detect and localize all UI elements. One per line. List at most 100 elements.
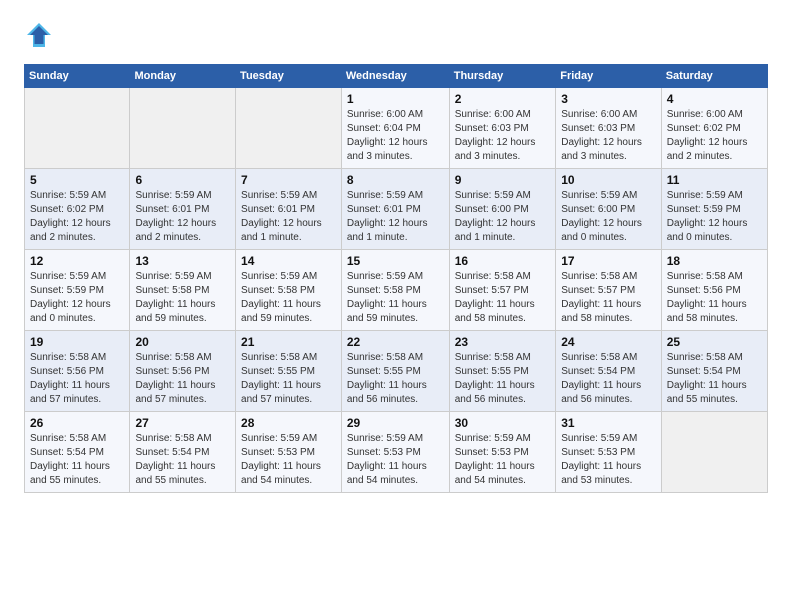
day-number: 6 xyxy=(135,173,230,187)
weekday-header-saturday: Saturday xyxy=(661,65,767,88)
day-number: 28 xyxy=(241,416,336,430)
calendar-week-2: 5 Sunrise: 5:59 AM Sunset: 6:02 PM Daylig… xyxy=(25,169,768,250)
calendar-cell: 17Sunrise: 5:58 AM Sunset: 5:57 PM Dayli… xyxy=(556,250,661,331)
day-info: Sunrise: 5:58 AM Sunset: 5:55 PM Dayligh… xyxy=(347,351,444,407)
calendar-cell: 26 Sunrise: 5:58 AM Sunset: 5:54 PM Dayli… xyxy=(25,412,130,493)
calendar-week-1: 1 Sunrise: 6:00 AM Sunset: 6:04 PM Daylig… xyxy=(25,88,768,169)
calendar-cell: 24 Sunrise: 5:58 AM Sunset: 5:54 PM Dayli… xyxy=(556,331,661,412)
day-number: 18 xyxy=(667,254,762,268)
day-info: Sunrise: 5:58 AM Sunset: 5:54 PM Dayligh… xyxy=(30,432,124,488)
day-number: 12 xyxy=(30,254,124,268)
day-info: Sunrise: 5:58 AM Sunset: 5:57 PM Dayligh… xyxy=(561,270,655,326)
calendar-cell: 4 Sunrise: 6:00 AM Sunset: 6:02 PM Daylig… xyxy=(661,88,767,169)
calendar-week-5: 26 Sunrise: 5:58 AM Sunset: 5:54 PM Dayli… xyxy=(25,412,768,493)
day-number: 20 xyxy=(135,335,230,349)
page-header xyxy=(24,20,768,50)
day-number: 24 xyxy=(561,335,655,349)
day-number: 30 xyxy=(455,416,551,430)
day-number: 13 xyxy=(135,254,230,268)
day-info: Sunrise: 5:58 AM Sunset: 5:57 PM Dayligh… xyxy=(455,270,551,326)
day-number: 14 xyxy=(241,254,336,268)
weekday-header-sunday: Sunday xyxy=(25,65,130,88)
day-number: 19 xyxy=(30,335,124,349)
calendar-week-4: 19 Sunrise: 5:58 AM Sunset: 5:56 PM Dayli… xyxy=(25,331,768,412)
calendar-cell: 13Sunrise: 5:59 AM Sunset: 5:58 PM Dayli… xyxy=(130,250,236,331)
day-number: 4 xyxy=(667,92,762,106)
calendar-week-3: 12 Sunrise: 5:59 AM Sunset: 5:59 PM Dayli… xyxy=(25,250,768,331)
calendar-cell: 23 Sunrise: 5:58 AM Sunset: 5:55 PM Dayli… xyxy=(449,331,556,412)
day-number: 2 xyxy=(455,92,551,106)
weekday-header-wednesday: Wednesday xyxy=(341,65,449,88)
day-number: 1 xyxy=(347,92,444,106)
day-number: 8 xyxy=(347,173,444,187)
day-number: 3 xyxy=(561,92,655,106)
day-info: Sunrise: 5:58 AM Sunset: 5:55 PM Dayligh… xyxy=(455,351,551,407)
day-info: Sunrise: 5:59 AM Sunset: 5:53 PM Dayligh… xyxy=(561,432,655,488)
day-number: 23 xyxy=(455,335,551,349)
day-info: Sunrise: 5:58 AM Sunset: 5:54 PM Dayligh… xyxy=(561,351,655,407)
calendar-table: SundayMondayTuesdayWednesdayThursdayFrid… xyxy=(24,64,768,493)
day-number: 26 xyxy=(30,416,124,430)
calendar-cell xyxy=(130,88,236,169)
weekday-header-friday: Friday xyxy=(556,65,661,88)
calendar-cell xyxy=(661,412,767,493)
day-number: 31 xyxy=(561,416,655,430)
calendar-cell: 12 Sunrise: 5:59 AM Sunset: 5:59 PM Dayli… xyxy=(25,250,130,331)
day-number: 15 xyxy=(347,254,444,268)
calendar-cell: 31 Sunrise: 5:59 AM Sunset: 5:53 PM Dayli… xyxy=(556,412,661,493)
calendar-cell: 10 Sunrise: 5:59 AM Sunset: 6:00 PM Dayli… xyxy=(556,169,661,250)
day-info: Sunrise: 5:59 AM Sunset: 5:53 PM Dayligh… xyxy=(241,432,336,488)
calendar-cell: 19 Sunrise: 5:58 AM Sunset: 5:56 PM Dayli… xyxy=(25,331,130,412)
calendar-cell: 3 Sunrise: 6:00 AM Sunset: 6:03 PM Daylig… xyxy=(556,88,661,169)
calendar-cell xyxy=(25,88,130,169)
day-info: Sunrise: 5:58 AM Sunset: 5:56 PM Dayligh… xyxy=(667,270,762,326)
day-info: Sunrise: 5:59 AM Sunset: 5:53 PM Dayligh… xyxy=(455,432,551,488)
day-number: 21 xyxy=(241,335,336,349)
day-number: 16 xyxy=(455,254,551,268)
day-info: Sunrise: 5:58 AM Sunset: 5:56 PM Dayligh… xyxy=(30,351,124,407)
calendar-cell: 27Sunrise: 5:58 AM Sunset: 5:54 PM Dayli… xyxy=(130,412,236,493)
day-info: Sunrise: 5:59 AM Sunset: 5:58 PM Dayligh… xyxy=(347,270,444,326)
day-info: Sunrise: 5:59 AM Sunset: 5:58 PM Dayligh… xyxy=(241,270,336,326)
day-number: 29 xyxy=(347,416,444,430)
logo xyxy=(24,20,58,50)
calendar-cell: 6 Sunrise: 5:59 AM Sunset: 6:01 PM Daylig… xyxy=(130,169,236,250)
day-info: Sunrise: 6:00 AM Sunset: 6:03 PM Dayligh… xyxy=(561,108,655,164)
day-info: Sunrise: 5:58 AM Sunset: 5:54 PM Dayligh… xyxy=(667,351,762,407)
logo-icon xyxy=(24,20,54,50)
calendar-cell: 16 Sunrise: 5:58 AM Sunset: 5:57 PM Dayli… xyxy=(449,250,556,331)
day-number: 7 xyxy=(241,173,336,187)
day-info: Sunrise: 5:59 AM Sunset: 5:59 PM Dayligh… xyxy=(30,270,124,326)
calendar-cell: 28 Sunrise: 5:59 AM Sunset: 5:53 PM Dayli… xyxy=(236,412,342,493)
day-info: Sunrise: 5:59 AM Sunset: 6:00 PM Dayligh… xyxy=(455,189,551,245)
calendar-cell: 30 Sunrise: 5:59 AM Sunset: 5:53 PM Dayli… xyxy=(449,412,556,493)
day-number: 22 xyxy=(347,335,444,349)
calendar-cell xyxy=(236,88,342,169)
calendar-cell: 22 Sunrise: 5:58 AM Sunset: 5:55 PM Dayli… xyxy=(341,331,449,412)
day-info: Sunrise: 6:00 AM Sunset: 6:02 PM Dayligh… xyxy=(667,108,762,164)
day-number: 9 xyxy=(455,173,551,187)
day-info: Sunrise: 6:00 AM Sunset: 6:03 PM Dayligh… xyxy=(455,108,551,164)
calendar-cell: 14 Sunrise: 5:59 AM Sunset: 5:58 PM Dayli… xyxy=(236,250,342,331)
calendar-cell: 5 Sunrise: 5:59 AM Sunset: 6:02 PM Daylig… xyxy=(25,169,130,250)
weekday-header-monday: Monday xyxy=(130,65,236,88)
day-info: Sunrise: 6:00 AM Sunset: 6:04 PM Dayligh… xyxy=(347,108,444,164)
calendar-cell: 20 Sunrise: 5:58 AM Sunset: 5:56 PM Dayli… xyxy=(130,331,236,412)
day-number: 10 xyxy=(561,173,655,187)
calendar-cell: 21Sunrise: 5:58 AM Sunset: 5:55 PM Dayli… xyxy=(236,331,342,412)
day-info: Sunrise: 5:59 AM Sunset: 6:02 PM Dayligh… xyxy=(30,189,124,245)
calendar-cell: 9 Sunrise: 5:59 AM Sunset: 6:00 PM Daylig… xyxy=(449,169,556,250)
day-info: Sunrise: 5:59 AM Sunset: 6:01 PM Dayligh… xyxy=(135,189,230,245)
day-info: Sunrise: 5:59 AM Sunset: 6:01 PM Dayligh… xyxy=(241,189,336,245)
day-number: 11 xyxy=(667,173,762,187)
day-number: 5 xyxy=(30,173,124,187)
weekday-header-row: SundayMondayTuesdayWednesdayThursdayFrid… xyxy=(25,65,768,88)
calendar-cell: 18 Sunrise: 5:58 AM Sunset: 5:56 PM Dayli… xyxy=(661,250,767,331)
calendar-cell: 8 Sunrise: 5:59 AM Sunset: 6:01 PM Daylig… xyxy=(341,169,449,250)
weekday-header-tuesday: Tuesday xyxy=(236,65,342,88)
day-info: Sunrise: 5:59 AM Sunset: 5:53 PM Dayligh… xyxy=(347,432,444,488)
day-info: Sunrise: 5:58 AM Sunset: 5:56 PM Dayligh… xyxy=(135,351,230,407)
day-info: Sunrise: 5:59 AM Sunset: 6:01 PM Dayligh… xyxy=(347,189,444,245)
day-info: Sunrise: 5:59 AM Sunset: 6:00 PM Dayligh… xyxy=(561,189,655,245)
calendar-cell: 2 Sunrise: 6:00 AM Sunset: 6:03 PM Daylig… xyxy=(449,88,556,169)
